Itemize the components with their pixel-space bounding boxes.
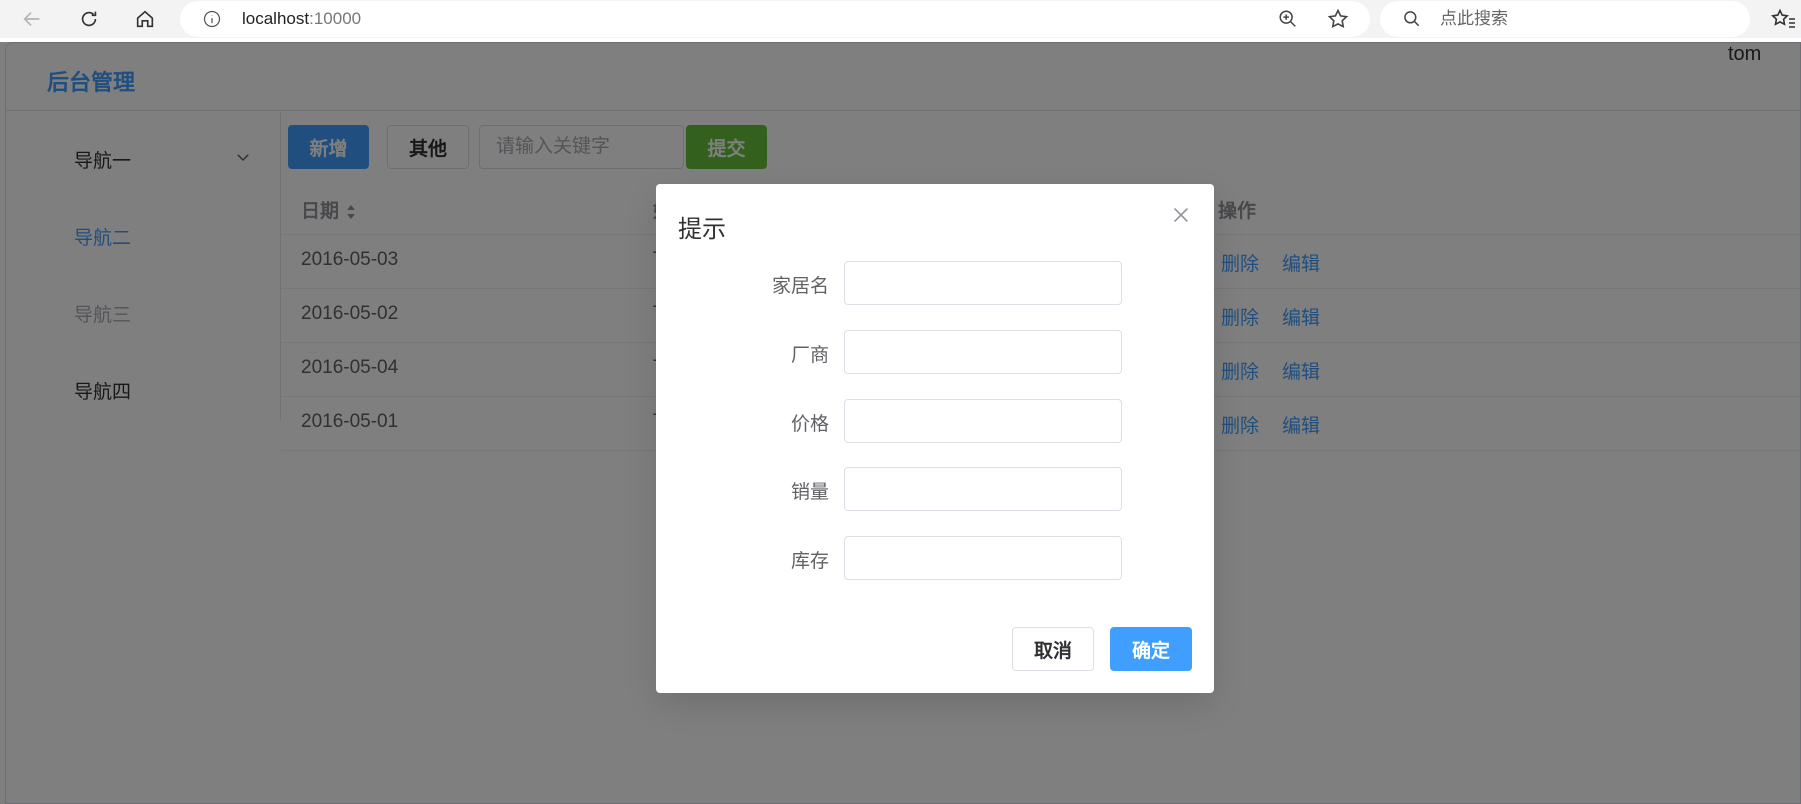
furniture-name-input[interactable] [844, 261, 1122, 305]
field-label: 家居名 [771, 276, 829, 297]
confirm-button[interactable]: 确定 [1110, 627, 1192, 671]
edit-dialog: 提示 家居名 厂商 价格 销量 库存 取消 确定 [656, 184, 1214, 693]
zoom-in-icon[interactable] [1277, 8, 1299, 30]
home-button[interactable] [130, 4, 160, 34]
field-label: 库存 [790, 551, 829, 572]
form-row-sales: 销量 [656, 467, 1214, 511]
browser-search-bar[interactable] [1380, 1, 1750, 37]
maker-input[interactable] [844, 330, 1122, 374]
url-text: localhost:10000 [242, 9, 361, 29]
arrow-left-icon [23, 11, 40, 27]
form-row-name: 家居名 [656, 261, 1214, 305]
dialog-title: 提示 [678, 216, 726, 243]
field-label: 销量 [790, 482, 829, 503]
close-icon[interactable] [1170, 204, 1192, 226]
form-row-maker: 厂商 [656, 330, 1214, 374]
field-label: 价格 [790, 414, 829, 435]
sales-input[interactable] [844, 467, 1122, 511]
stock-input[interactable] [844, 536, 1122, 580]
field-label: 厂商 [790, 345, 829, 366]
favorites-icon[interactable] [1770, 7, 1796, 31]
back-button[interactable] [17, 4, 47, 34]
info-icon[interactable] [202, 9, 222, 29]
cancel-button[interactable]: 取消 [1012, 627, 1094, 671]
browser-search-input[interactable] [1440, 1, 1730, 37]
star-icon[interactable] [1326, 7, 1350, 31]
reload-button[interactable] [74, 4, 104, 34]
url-host: localhost [242, 9, 310, 28]
form-row-price: 价格 [656, 399, 1214, 443]
address-bar[interactable]: localhost:10000 [180, 1, 1370, 37]
browser-toolbar: localhost:10000 [0, 0, 1801, 38]
price-input[interactable] [844, 399, 1122, 443]
form-row-stock: 库存 [656, 536, 1214, 580]
search-icon [1404, 11, 1420, 27]
reload-icon [81, 11, 97, 27]
url-port: :10000 [309, 9, 362, 28]
home-icon [136, 10, 154, 28]
